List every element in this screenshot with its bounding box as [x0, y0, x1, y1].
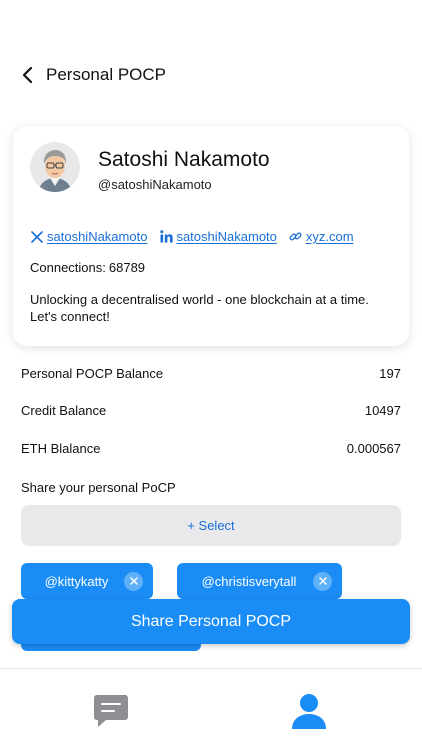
balance-label: Personal POCP Balance: [21, 366, 164, 381]
x-link-label: satoshiNakamoto: [47, 229, 148, 244]
recipient-chip: @kittykatty: [21, 563, 153, 599]
x-link[interactable]: satoshiNakamoto: [30, 229, 147, 244]
recipient-chip: @christisverytall: [177, 563, 342, 599]
connections-value: 68789: [108, 260, 146, 275]
page-header: Personal POCP: [18, 58, 166, 92]
close-icon[interactable]: [124, 571, 143, 591]
linkedin-link-label: satoshiNakamoto: [176, 229, 277, 244]
profile-icon[interactable]: [289, 691, 329, 731]
chevron-left-icon[interactable]: [18, 64, 36, 86]
profile-handle: @satoshiNakamoto: [98, 177, 212, 192]
x-twitter-icon: [30, 230, 44, 244]
balance-label: ETH Blalance: [21, 441, 101, 456]
social-links: satoshiNakamoto satoshiNakamoto xyz.com: [30, 229, 366, 244]
linkedin-link[interactable]: satoshiNakamoto: [159, 229, 277, 244]
balance-row-credit: Credit Balance 10497: [21, 403, 401, 418]
page-title: Personal POCP: [46, 65, 166, 84]
profile-name: Satoshi Nakamoto: [98, 148, 270, 171]
profile-bio: Unlocking a decentralised world - one bl…: [30, 292, 369, 324]
chat-icon[interactable]: [91, 691, 131, 731]
share-pocp-button[interactable]: Share Personal POCP: [12, 599, 410, 644]
linkedin-icon: [159, 230, 173, 244]
balance-value: 0.000567: [346, 441, 401, 456]
recipient-chip-label: @christisverytall: [201, 573, 297, 589]
link-icon: [289, 230, 303, 244]
bottom-nav: [0, 668, 422, 750]
balance-value: 10497: [364, 403, 401, 418]
website-link[interactable]: xyz.com: [289, 229, 354, 244]
close-icon[interactable]: [313, 571, 332, 591]
share-section-label: Share your personal PoCP: [21, 480, 176, 495]
website-link-label: xyz.com: [305, 229, 354, 244]
recipient-chip-label: @kittykatty: [44, 573, 109, 589]
balance-row-pocp: Personal POCP Balance 197: [21, 366, 401, 381]
connections-label: Connections:: [30, 260, 106, 275]
balance-value: 197: [379, 366, 401, 381]
avatar: [30, 142, 80, 192]
profile-card: Satoshi Nakamoto @satoshiNakamoto satosh…: [13, 126, 409, 346]
select-recipients-button[interactable]: + Select: [21, 505, 401, 546]
connections-count: Connections: 68789: [30, 260, 145, 275]
balance-row-eth: ETH Blalance 0.000567: [21, 441, 401, 456]
balance-label: Credit Balance: [21, 403, 107, 418]
